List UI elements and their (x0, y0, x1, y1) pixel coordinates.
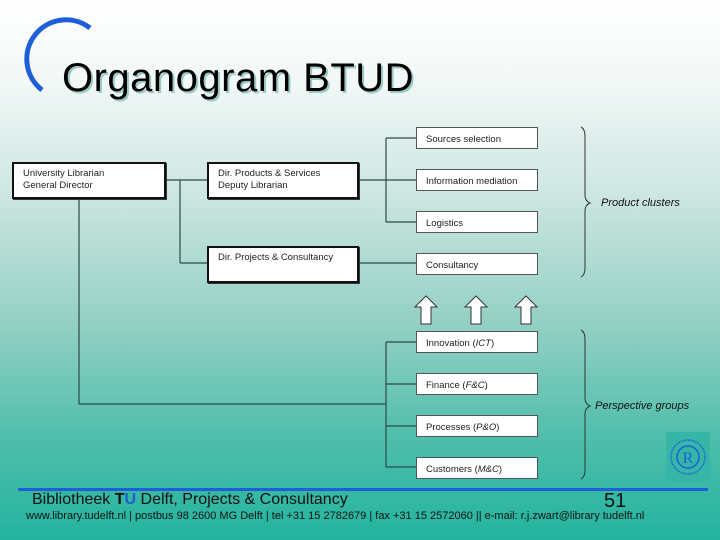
perspective-groups-label: Perspective groups (595, 400, 690, 412)
product-clusters-brace (580, 126, 592, 278)
org-box-dir-products-services: Dir. Products & Services Deputy Libraria… (207, 162, 359, 199)
org-box-university-librarian: University Librarian General Director (12, 162, 166, 199)
up-arrow-icon (463, 295, 489, 325)
cluster-box-sources-selection: Sources selection (416, 127, 538, 149)
footer-title: Bibliotheek TU Delft, Projects & Consult… (32, 491, 348, 508)
org-connector-lines (78, 126, 592, 480)
footer-contact-info: www.library.tudelft.nl | postbus 98 2600… (26, 510, 645, 522)
cluster-box-consultancy: Consultancy (416, 253, 538, 275)
quality-seal-logo: R (666, 432, 710, 482)
org-box-dir-projects-consultancy: Dir. Projects & Consultancy (207, 246, 359, 283)
perspective-box-innovation: Innovation (ICT) (416, 331, 538, 353)
cluster-box-information-mediation: Information mediation (416, 169, 538, 191)
perspective-box-customers: Customers (M&C) (416, 457, 538, 479)
product-clusters-label: Product clusters (601, 197, 680, 209)
perspective-groups-brace (580, 329, 592, 480)
cluster-box-logistics: Logistics (416, 211, 538, 233)
perspective-box-finance: Finance (F&C) (416, 373, 538, 395)
logo-letter: R (683, 450, 694, 467)
up-arrow-icon (513, 295, 539, 325)
perspective-box-processes: Processes (P&O) (416, 415, 538, 437)
up-arrow-icon (413, 295, 439, 325)
